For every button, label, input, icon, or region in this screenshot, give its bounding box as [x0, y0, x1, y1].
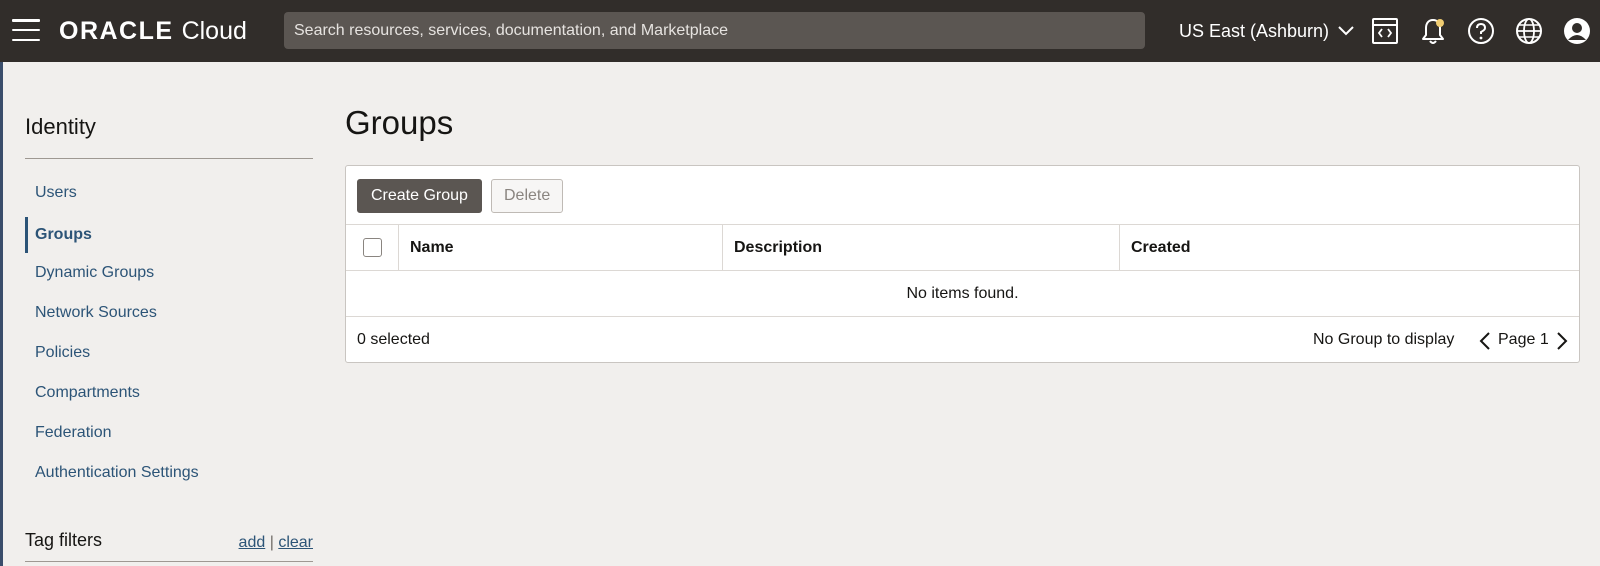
table-footer: 0 selected No Group to display Page 1 — [346, 317, 1579, 363]
left-edge-accent — [0, 62, 3, 566]
tag-filter-actions: add | clear — [239, 534, 313, 552]
selected-count: 0 selected — [357, 331, 430, 348]
create-group-button[interactable]: Create Group — [357, 179, 482, 213]
search-input[interactable] — [284, 12, 1145, 49]
sidebar-item-dynamic-groups[interactable]: Dynamic Groups — [25, 255, 313, 291]
user-avatar-icon[interactable] — [1562, 16, 1592, 46]
tag-filters-divider — [25, 561, 313, 562]
menu-icon[interactable] — [12, 19, 40, 41]
select-all-checkbox[interactable] — [363, 238, 382, 257]
sidebar-item-compartments[interactable]: Compartments — [25, 375, 313, 411]
tag-filter-clear-link[interactable]: clear — [278, 534, 313, 551]
brand-oracle: ORACLE — [59, 17, 174, 45]
pagination-status: No Group to display — [1313, 331, 1455, 348]
sidebar-divider — [25, 158, 313, 159]
globe-icon[interactable] — [1514, 16, 1544, 46]
help-icon[interactable] — [1466, 16, 1496, 46]
column-header-description[interactable]: Description — [723, 225, 1120, 270]
delete-button[interactable]: Delete — [491, 179, 564, 213]
chevron-down-icon — [1338, 26, 1354, 36]
sidebar-title: Identity — [25, 114, 96, 139]
empty-table-message: No items found. — [346, 271, 1579, 317]
sidebar-item-policies[interactable]: Policies — [25, 335, 313, 371]
chevron-right-icon[interactable] — [1553, 331, 1571, 351]
region-selector[interactable]: US East (Ashburn) — [1179, 19, 1355, 43]
column-header-created[interactable]: Created — [1120, 225, 1579, 270]
region-label: US East (Ashburn) — [1179, 20, 1330, 41]
sidebar-item-groups[interactable]: Groups — [25, 217, 313, 253]
sidebar-item-users[interactable]: Users — [25, 175, 313, 211]
brand-cloud: Cloud — [181, 17, 247, 45]
groups-table-panel: Create Group Delete Name Description Cre… — [345, 165, 1580, 363]
oracle-cloud-logo[interactable]: ORACLE Cloud — [59, 17, 247, 45]
page-indicator: Page 1 — [1498, 331, 1549, 348]
select-all-cell — [346, 225, 399, 270]
column-header-name[interactable]: Name — [399, 225, 723, 270]
sidebar-item-federation[interactable]: Federation — [25, 415, 313, 451]
code-editor-icon[interactable] — [1370, 16, 1400, 46]
top-header: ORACLE Cloud US East (Ashburn) — [0, 0, 1600, 62]
page-title: Groups — [345, 104, 454, 141]
tag-filter-add-link[interactable]: add — [239, 534, 266, 551]
tag-filters-title: Tag filters — [25, 530, 103, 550]
tag-filter-separator: | — [269, 534, 274, 551]
sidebar-item-authentication-settings[interactable]: Authentication Settings — [25, 455, 313, 491]
table-header: Name Description Created — [346, 225, 1579, 271]
chevron-left-icon[interactable] — [1476, 331, 1494, 351]
notification-bell-icon[interactable] — [1418, 16, 1448, 46]
table-toolbar: Create Group Delete — [346, 166, 1579, 225]
sidebar-item-network-sources[interactable]: Network Sources — [25, 295, 313, 331]
